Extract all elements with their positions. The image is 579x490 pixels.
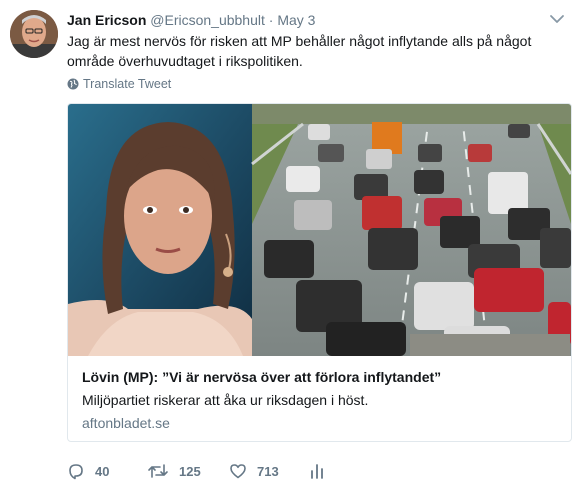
chevron-down-icon[interactable] — [549, 12, 565, 24]
reply-count: 40 — [95, 463, 110, 479]
reply-button[interactable]: 40 — [67, 462, 109, 480]
retweet-count: 125 — [179, 463, 201, 479]
link-card[interactable]: Lövin (MP): ”Vi är nervösa över att förl… — [67, 103, 572, 442]
reply-icon — [69, 464, 83, 480]
avatar[interactable] — [10, 10, 58, 58]
retweet-button[interactable]: 125 — [147, 462, 201, 480]
retweet-icon — [148, 464, 168, 478]
card-domain: aftonbladet.se — [82, 415, 170, 431]
author-name[interactable]: Jan Ericson — [67, 12, 146, 28]
like-count: 713 — [257, 463, 279, 479]
translate-tweet-link[interactable]: Translate Tweet — [67, 77, 171, 91]
tweet-date[interactable]: May 3 — [277, 12, 315, 28]
author-handle[interactable]: @Ericson_ubbhult — [150, 12, 265, 28]
card-image — [68, 104, 571, 356]
separator: · — [268, 12, 274, 28]
card-photo — [68, 104, 571, 356]
card-description: Miljöpartiet riskerar att åka ur riksdag… — [82, 392, 369, 408]
translate-label: Translate Tweet — [83, 77, 172, 91]
analytics-icon — [311, 464, 323, 479]
tweet-header: Jan Ericson @Ericson_ubbhult · May 3 — [67, 11, 315, 29]
analytics-button[interactable] — [310, 462, 324, 480]
card-title: Lövin (MP): ”Vi är nervösa över att förl… — [82, 369, 442, 385]
like-button[interactable]: 713 — [229, 462, 279, 480]
tweet-text: Jag är mest nervös för risken att MP beh… — [67, 33, 532, 69]
avatar-image — [10, 10, 58, 58]
globe-icon — [67, 78, 79, 90]
tweet: Jan Ericson @Ericson_ubbhult · May 3 Jag… — [0, 0, 579, 490]
heart-icon — [230, 464, 246, 479]
